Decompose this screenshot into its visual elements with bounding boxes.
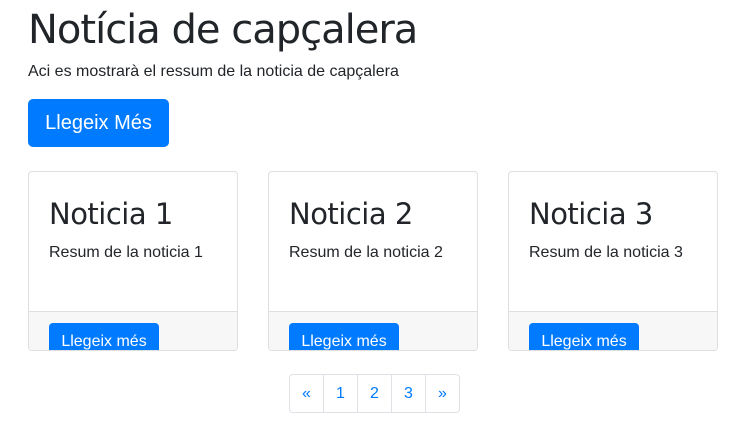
news-card-1: Noticia 1 Resum de la noticia 1 Llegeix m… xyxy=(28,171,238,351)
pagination-page-2[interactable]: 2 xyxy=(357,375,391,412)
news-card-2: Noticia 2 Resum de la noticia 2 Llegeix m… xyxy=(268,171,478,351)
read-more-button-1[interactable]: Llegeix més xyxy=(49,323,159,350)
pagination-prev[interactable]: « xyxy=(290,375,323,412)
card-text: Resum de la noticia 3 xyxy=(529,244,683,261)
card-title: Noticia 1 xyxy=(49,197,173,231)
pagination-next[interactable]: » xyxy=(425,375,459,412)
read-more-button-3[interactable]: Llegeix més xyxy=(529,323,639,350)
read-more-button-2[interactable]: Llegeix més xyxy=(289,323,399,350)
pagination-page-3[interactable]: 3 xyxy=(391,375,425,412)
pagination-page-1[interactable]: 1 xyxy=(323,375,357,412)
card-text: Resum de la noticia 2 xyxy=(289,244,443,261)
card-title: Noticia 2 xyxy=(289,197,413,231)
read-more-headline-button[interactable]: Llegeix Més xyxy=(28,99,169,147)
headline-summary: Aci es mostrarà el ressum de la noticia … xyxy=(28,63,399,80)
card-text: Resum de la noticia 1 xyxy=(49,244,203,261)
page-title: Notícia de capçalera xyxy=(28,7,418,53)
card-title: Noticia 3 xyxy=(529,197,653,231)
news-card-3: Noticia 3 Resum de la noticia 3 Llegeix m… xyxy=(508,171,718,351)
pagination: « 1 2 3 » xyxy=(289,374,460,413)
